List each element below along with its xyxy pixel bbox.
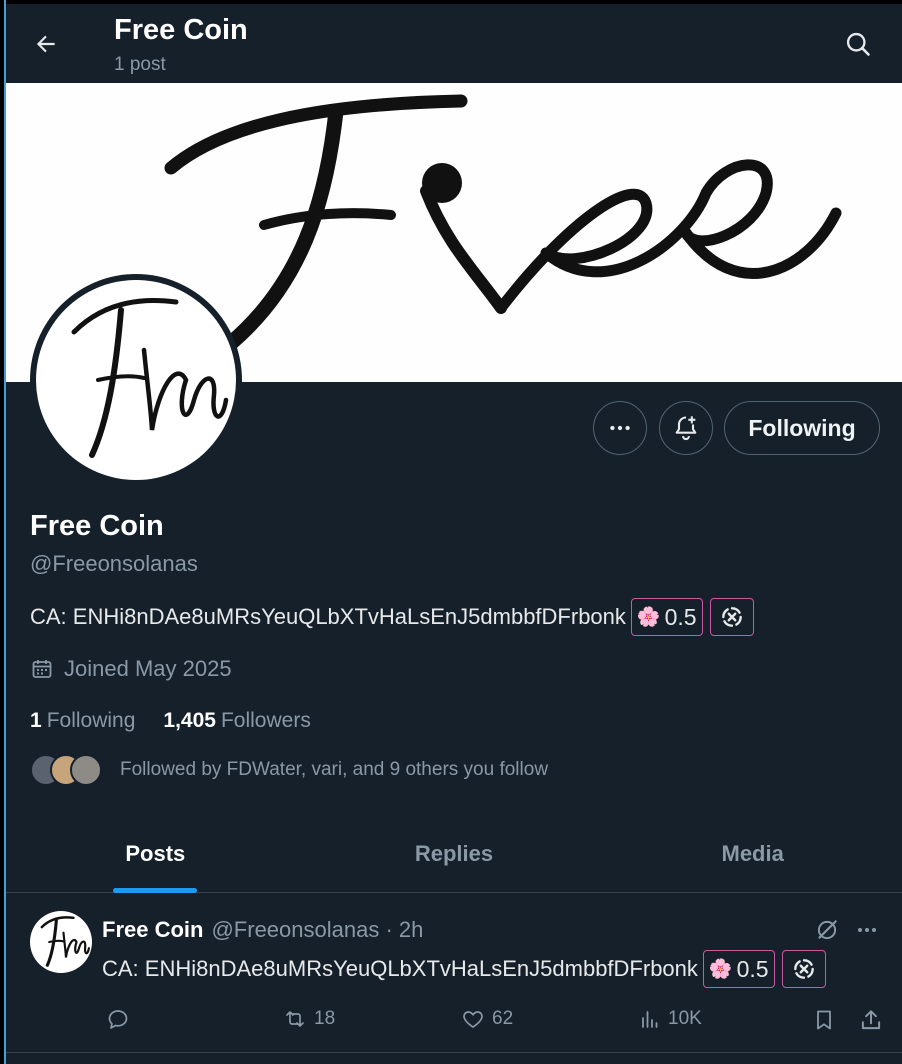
- profile-tabs: Posts Replies Media: [6, 816, 902, 893]
- search-icon: [846, 32, 870, 56]
- tab-replies[interactable]: Replies: [305, 816, 604, 892]
- profile-bio: CA: ENHi8nDAe8uMRsYeuQLbXTvHaLsEnJ5dmbbf…: [30, 598, 754, 636]
- post-more-button[interactable]: [852, 915, 882, 945]
- follower-avatar: [70, 754, 102, 786]
- follower-avatars: [30, 752, 120, 788]
- search-button[interactable]: [840, 26, 876, 62]
- profile-name: Free Coin: [30, 510, 164, 542]
- view-count: 10K: [668, 1008, 702, 1029]
- post-avatar[interactable]: [30, 911, 92, 973]
- tab-label: Replies: [414, 841, 494, 866]
- views-icon: [642, 1011, 658, 1028]
- post-body: CA: ENHi8nDAe8uMRsYeuQLbXTvHaLsEnJ5dmbbf…: [102, 956, 698, 981]
- joined-date: Joined May 2025: [30, 656, 232, 682]
- bookmark-button[interactable]: [812, 1007, 842, 1033]
- like-button[interactable]: 62: [460, 1007, 513, 1031]
- post-meta: @Freeonsolanas · 2h: [211, 917, 424, 942]
- tab-label: Posts: [125, 841, 186, 866]
- more-icon: [858, 928, 876, 932]
- post-author-name[interactable]: Free Coin: [102, 917, 203, 943]
- post-count: 1 post: [114, 54, 166, 75]
- price-chip[interactable]: 🌸 0.5: [630, 598, 703, 636]
- post-actions: 18 62 10K: [102, 1007, 892, 1037]
- bell-plus-icon: [675, 416, 697, 441]
- repost-count: 18: [314, 1008, 336, 1029]
- tab-media[interactable]: Media: [603, 816, 902, 892]
- flower-icon: 🌸: [636, 607, 661, 628]
- repost-icon: [286, 1011, 304, 1027]
- chip-value: 0.5: [736, 955, 769, 982]
- following-label: Following: [46, 709, 136, 732]
- repost-button[interactable]: 18: [282, 1007, 335, 1031]
- followers-count: 1,405: [163, 709, 216, 732]
- grok-button[interactable]: [812, 915, 842, 945]
- followers-label: Followers: [220, 709, 311, 732]
- more-icon: [610, 425, 630, 431]
- profile-page: Free Coin 1 post Following Free Coin @Fr…: [6, 4, 902, 1064]
- post-text: CA: ENHi8nDAe8uMRsYeuQLbXTvHaLsEnJ5dmbbf…: [102, 950, 826, 988]
- avatar-image: [40, 916, 90, 967]
- arrow-left-icon: [36, 35, 55, 53]
- reply-icon: [108, 1010, 128, 1029]
- followed-by-text: Followed by FDWater, vari, and 9 others …: [120, 759, 549, 780]
- post-header: Free Coin @Freeonsolanas · 2h: [102, 917, 423, 943]
- profile-avatar[interactable]: [30, 274, 242, 486]
- share-icon: [861, 1010, 881, 1030]
- joined-text: Joined May 2025: [64, 656, 232, 681]
- chip-value: 0.5: [664, 603, 697, 630]
- share-button[interactable]: [858, 1007, 890, 1033]
- swirl-icon: [793, 959, 814, 979]
- following-count: 1: [30, 709, 42, 732]
- flower-icon: 🌸: [708, 959, 733, 980]
- followed-by[interactable]: Followed by FDWater, vari, and 9 others …: [30, 752, 548, 788]
- calendar-icon: [32, 660, 52, 678]
- followers-stat[interactable]: 1,405 Followers: [163, 709, 310, 733]
- token-chip[interactable]: [709, 598, 754, 636]
- following-stat[interactable]: 1 Following: [30, 709, 135, 733]
- avatar-image: [71, 298, 229, 458]
- price-chip[interactable]: 🌸 0.5: [702, 950, 775, 988]
- post[interactable]: Free Coin @Freeonsolanas · 2h CA: ENHi8n…: [6, 893, 902, 1053]
- swirl-icon: [721, 607, 742, 627]
- like-count: 62: [492, 1008, 514, 1029]
- heart-icon: [463, 1011, 483, 1028]
- back-button[interactable]: [28, 26, 64, 62]
- page-title: Free Coin: [114, 14, 248, 46]
- more-button[interactable]: [593, 401, 647, 455]
- following-button[interactable]: Following: [724, 401, 880, 455]
- top-bar: Free Coin 1 post: [6, 4, 902, 83]
- views-button[interactable]: 10K: [638, 1007, 702, 1031]
- notify-button[interactable]: [659, 401, 713, 455]
- follow-stats: 1 Following 1,405 Followers: [30, 709, 311, 733]
- reply-button[interactable]: [106, 1007, 136, 1031]
- bio-text: CA: ENHi8nDAe8uMRsYeuQLbXTvHaLsEnJ5dmbbf…: [30, 604, 626, 629]
- tab-label: Media: [721, 841, 784, 866]
- profile-handle: @Freeonsolanas: [30, 551, 198, 576]
- grok-icon: [817, 920, 837, 940]
- bookmark-icon: [817, 1010, 831, 1030]
- tab-posts[interactable]: Posts: [6, 816, 305, 893]
- token-chip[interactable]: [781, 950, 826, 988]
